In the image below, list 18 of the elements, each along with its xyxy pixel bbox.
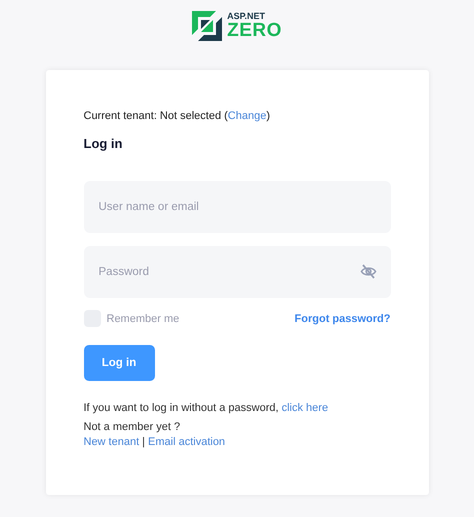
logo-text: ASP.NET bbox=[227, 12, 266, 20]
remember-label: Remember me bbox=[106, 312, 180, 324]
username-field[interactable]: User name or email bbox=[84, 181, 390, 233]
separator: | bbox=[142, 436, 146, 448]
eye-slash-icon[interactable] bbox=[360, 263, 376, 280]
register-link[interactable]: Email activation bbox=[148, 436, 226, 448]
logo-text: ZERO bbox=[227, 20, 282, 40]
change-link[interactable]: Change bbox=[228, 110, 266, 122]
register-link[interactable]: New tenant bbox=[84, 436, 140, 448]
logo-icon bbox=[192, 10, 222, 40]
login-button[interactable]: Log in bbox=[84, 345, 154, 381]
click-here-link[interactable]: click here bbox=[282, 402, 328, 414]
passwordless-text: If you want to log in without a password, click here bbox=[84, 402, 330, 414]
password-field[interactable]: Password bbox=[84, 246, 390, 298]
form-title: Log in bbox=[84, 136, 124, 151]
not-member-text: Not a member yet ? bbox=[84, 421, 182, 433]
tenant-text: Current tenant: Not selected (Change) bbox=[84, 110, 272, 122]
forgot-password-link[interactable]: Forgot password? bbox=[294, 312, 390, 324]
